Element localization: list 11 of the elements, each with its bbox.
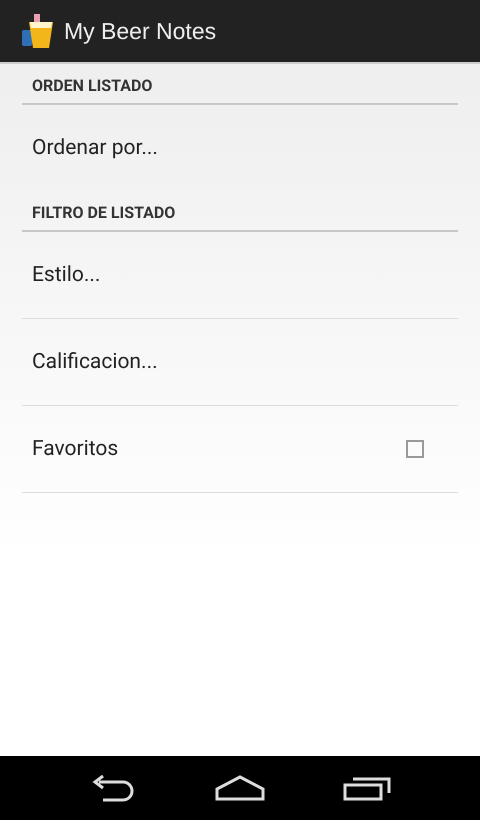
preference-item[interactable]: Favoritos	[32, 437, 118, 461]
preference-item[interactable]: Ordenar por...	[32, 136, 158, 160]
section-header: FILTRO DE LISTADO	[22, 191, 458, 232]
recent-apps-icon[interactable]	[343, 775, 392, 801]
app-title: My Beer Notes	[64, 18, 216, 44]
preference-item[interactable]: Estilo...	[32, 263, 100, 287]
preference-item[interactable]: Calificacion...	[32, 350, 158, 374]
app-logo-icon	[20, 12, 54, 50]
favorites-checkbox[interactable]	[406, 440, 424, 458]
section-header: ORDEN LISTADO	[22, 64, 458, 105]
home-icon[interactable]	[214, 775, 266, 801]
